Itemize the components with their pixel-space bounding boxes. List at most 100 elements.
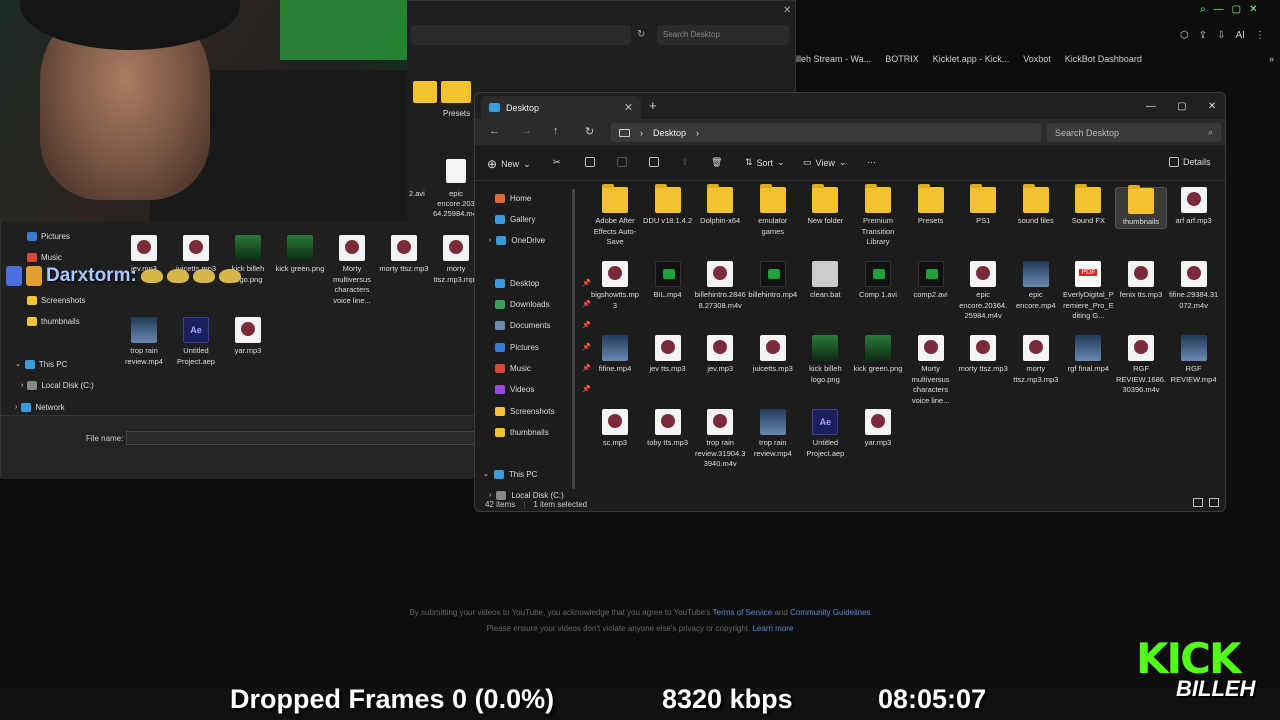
details-view-icon[interactable] [1193, 498, 1203, 507]
media-file-icon[interactable] [446, 159, 466, 183]
breadcrumb-item[interactable]: Desktop [653, 128, 686, 138]
file-item[interactable]: Ae Untitled Project.aep [799, 409, 851, 459]
new-tab-button[interactable]: + [649, 98, 657, 113]
search-input[interactable]: Search Desktop ⌕ [1047, 123, 1221, 142]
folder-icon[interactable] [441, 81, 471, 103]
file-item[interactable]: billehintro.28468.27308.m4v [694, 261, 746, 311]
file-item[interactable]: toby tts.mp3 [642, 409, 694, 449]
file-item[interactable]: kick billeh logo.png [799, 335, 851, 385]
learn-more-link[interactable]: Learn more [752, 624, 793, 633]
close-icon[interactable]: ✕ [1249, 4, 1257, 20]
file-item[interactable]: RGF REVIEW.1686.30396.m4v [1115, 335, 1167, 396]
sidebar-item[interactable]: › OneDrive [489, 231, 585, 249]
delete-button[interactable]: 🗑 [711, 157, 722, 168]
file-item[interactable]: sound files [1010, 184, 1062, 227]
tab-desktop[interactable]: Desktop ✕ [481, 96, 641, 119]
dialog-address-bar[interactable] [411, 25, 631, 45]
file-item[interactable]: Premium Transition Library [852, 184, 904, 248]
guidelines-link[interactable]: Community Guidelines [790, 608, 870, 617]
refresh-icon[interactable]: ↻ [637, 29, 645, 40]
refresh-icon[interactable]: ↻ [585, 125, 594, 138]
file-item[interactable]: epic encore.mp4 [1010, 261, 1062, 311]
terms-link[interactable]: Terms of Service [713, 608, 773, 617]
chevron-right-icon[interactable]: › [640, 128, 643, 138]
file-item[interactable]: kick green.png [852, 335, 904, 375]
file-item[interactable]: Sound FX [1062, 184, 1114, 227]
file-item[interactable]: EverlyDigital_Premiere_Pro_Editing G... [1062, 261, 1114, 322]
copy-button[interactable] [585, 157, 595, 167]
file-name-input[interactable] [126, 431, 486, 445]
bookmark-item[interactable]: billeh Stream - Wa... [790, 54, 871, 64]
chevron-right-icon[interactable]: › [21, 382, 23, 389]
file-item[interactable]: fifine.mp4 [589, 335, 641, 375]
file-item[interactable]: epic encore.20364.25984.m4v [957, 261, 1009, 322]
file-item[interactable]: rgf final.mp4 [1062, 335, 1114, 375]
minimize-icon[interactable]: — [1214, 4, 1224, 20]
file-item[interactable]: BIL.mp4 [642, 261, 694, 301]
file-item[interactable]: trop rain review.mp4 [747, 409, 799, 459]
breadcrumb[interactable]: › Desktop › [611, 123, 1041, 142]
close-icon[interactable]: ✕ [1208, 101, 1216, 112]
file-item[interactable]: RGF REVIEW.mp4 [1168, 335, 1220, 385]
file-item[interactable]: emulator games [747, 184, 799, 237]
ai-button[interactable]: AI [1236, 30, 1245, 41]
rename-button[interactable] [649, 157, 659, 167]
chevron-right-icon[interactable]: › [15, 404, 17, 411]
chevron-right-icon[interactable]: › [489, 237, 491, 244]
sidebar-item[interactable]: Downloads 📌 [495, 295, 591, 313]
download-icon[interactable]: ⇩ [1217, 30, 1225, 41]
file-item[interactable]: fifine.29384.31072.m4v [1168, 261, 1220, 311]
file-item[interactable]: clean.bat [799, 261, 851, 301]
close-icon[interactable]: ✕ [624, 101, 633, 114]
cut-button[interactable]: ✂ [553, 157, 561, 168]
file-item[interactable]: yar.mp3 [222, 317, 274, 357]
file-item[interactable]: Adobe After Effects Auto-Save [589, 184, 641, 248]
file-item[interactable]: Morty multiversus characters voice line.… [326, 235, 378, 306]
file-item[interactable]: New folder [799, 184, 851, 227]
file-item[interactable]: morty ttsz.mp3.mp3 [1010, 335, 1062, 385]
file-item[interactable]: Comp 1.avi [852, 261, 904, 301]
sidebar-item[interactable]: thumbnails [495, 423, 591, 441]
back-icon[interactable]: ← [489, 125, 500, 137]
file-item[interactable]: fenix tts.mp3 [1115, 261, 1167, 301]
sidebar-item[interactable]: ⌄ This PC [483, 465, 579, 483]
nav-item-network[interactable]: › Network [15, 398, 119, 416]
view-button[interactable]: ▭ View ⌄ [803, 157, 846, 168]
maximize-icon[interactable]: ▢ [1177, 101, 1186, 112]
new-button[interactable]: ⊕ New ⌄ [487, 157, 531, 171]
file-item[interactable]: morty ttsz.mp3 [378, 235, 430, 275]
sidebar-item[interactable]: Pictures 📌 [495, 338, 591, 356]
file-item[interactable]: comp2.avi [905, 261, 957, 301]
sidebar-item[interactable]: Home [495, 189, 591, 207]
extension-icon[interactable]: ⬡ [1180, 30, 1189, 41]
file-item[interactable]: morty ttsz.mp3 [957, 335, 1009, 375]
file-item[interactable]: billehintro.mp4 [747, 261, 799, 301]
file-item[interactable]: jev.mp3 [694, 335, 746, 375]
file-item[interactable]: sc.mp3 [589, 409, 641, 449]
file-item[interactable]: arf arf.mp3 [1168, 187, 1220, 227]
bookmark-item[interactable]: BOTRIX [885, 54, 919, 64]
chevron-down-icon[interactable]: ⌄ [483, 470, 489, 478]
sidebar-item[interactable]: Desktop 📌 [495, 274, 591, 292]
paste-button[interactable] [617, 157, 627, 167]
bookmark-item[interactable]: Kicklet.app - Kick... [933, 54, 1010, 64]
maximize-icon[interactable]: ▢ [1232, 4, 1241, 20]
file-item[interactable]: DDU v18.1.4.2 [642, 184, 694, 227]
close-icon[interactable]: ✕ [783, 5, 791, 16]
file-item[interactable]: thumbnails [1115, 185, 1167, 229]
sidebar-item[interactable]: Gallery [495, 210, 591, 228]
file-item[interactable]: bigshowtts.mp3 [589, 261, 641, 311]
minimize-icon[interactable]: — [1146, 101, 1156, 112]
file-item[interactable]: Presets [905, 184, 957, 227]
dialog-search-input[interactable]: Search Desktop [657, 25, 789, 45]
tiles-view-icon[interactable] [1209, 498, 1219, 507]
sidebar-item[interactable]: Videos 📌 [495, 380, 591, 398]
search-icon[interactable]: ⌕ [1200, 4, 1206, 20]
chevron-down-icon[interactable]: ⌄ [15, 360, 21, 368]
sidebar-item[interactable]: Screenshots [495, 402, 591, 420]
chevron-right-icon[interactable]: » [1269, 54, 1274, 64]
share-icon[interactable]: ⇪ [1199, 30, 1207, 41]
bookmark-item[interactable]: Voxbot [1023, 54, 1051, 64]
nav-item-local-disk[interactable]: › Local Disk (C:) [21, 376, 125, 394]
share-button[interactable]: ⇪ [681, 157, 689, 168]
